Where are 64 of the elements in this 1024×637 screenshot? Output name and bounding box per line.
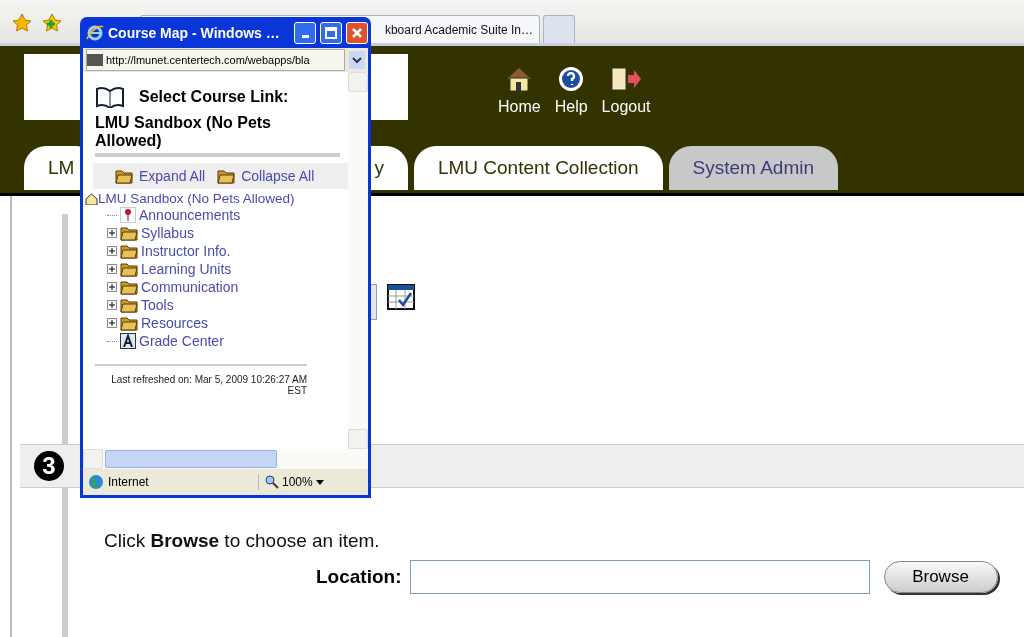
gradebook-icon[interactable] (387, 284, 415, 310)
maximize-button[interactable] (320, 21, 342, 44)
expand-icon[interactable] (107, 264, 117, 274)
expand-icon[interactable] (107, 228, 117, 238)
tree-item-link[interactable]: Tools (141, 297, 174, 313)
address-field[interactable]: http://lmunet.centertech.com/webapps/bla (86, 49, 345, 71)
home-icon (85, 192, 98, 205)
expand-icon[interactable] (107, 318, 117, 328)
nav-link[interactable]: Home (498, 66, 541, 116)
dropdown-caret-icon[interactable] (349, 51, 365, 69)
location-label: Location: (316, 566, 402, 588)
collapse-all-link[interactable]: Collapse All (217, 168, 315, 184)
open-folder-icon (115, 168, 133, 184)
nav-link[interactable]: Help (554, 66, 588, 116)
help-icon (558, 66, 585, 92)
folder-icon (120, 261, 138, 277)
book-icon (95, 86, 125, 108)
vertical-scrollbar[interactable] (348, 72, 368, 449)
folder-icon (120, 243, 138, 259)
folder-icon (120, 279, 138, 295)
folder-icon (217, 168, 236, 184)
minimize-button[interactable] (294, 21, 316, 44)
tree-item-link[interactable]: Communication (141, 279, 239, 295)
page-icon (87, 54, 103, 66)
expand-all-link[interactable]: Expand All (115, 168, 206, 184)
tree-root-link[interactable]: LMU Sandbox (No Pets Allowed) (85, 191, 340, 206)
instruction-text: Click Browse to choose an item. (104, 530, 381, 552)
tree-item-link[interactable]: Grade Center (139, 333, 224, 349)
maximize-icon (325, 26, 337, 39)
close-icon (351, 26, 363, 39)
grade-center-icon (120, 333, 136, 349)
minimize-icon (301, 35, 309, 38)
magnifier-icon (265, 475, 279, 489)
last-refreshed-text: Last refreshed on: Mar 5, 2009 10:26:27 AM EST (95, 364, 307, 396)
folder-icon (120, 225, 138, 241)
caret-icon (315, 479, 324, 485)
close-button[interactable] (346, 21, 368, 44)
course-link-heading: Select Course Link: (139, 88, 289, 106)
nav-tab[interactable]: System Admin (668, 146, 838, 190)
tree-item-link[interactable]: Announcements (139, 207, 241, 223)
nav-link[interactable]: Logout (601, 66, 651, 116)
door-arrow-icon (610, 66, 643, 92)
nav-tab[interactable]: LMU Content Collection (413, 146, 663, 190)
folder-icon (120, 315, 138, 331)
tree-item-link[interactable]: Learning Units (141, 261, 232, 277)
course-name: LMU Sandbox (No Pets Allowed) (95, 114, 340, 157)
tree-item-link[interactable]: Resources (141, 315, 208, 331)
location-field[interactable] (409, 560, 870, 594)
pushpin-icon (120, 207, 136, 223)
zoom-button[interactable]: 100% (259, 475, 330, 489)
expand-icon[interactable] (107, 282, 117, 292)
expand-icon[interactable] (107, 246, 117, 256)
zone-label: Internet (108, 475, 149, 489)
globe-icon (88, 474, 104, 490)
step-number: 3 (34, 451, 64, 481)
tree-item-link[interactable]: Syllabus (141, 225, 194, 241)
browse-button[interactable]: Browse (883, 561, 998, 593)
favorites-star-icon[interactable] (12, 13, 32, 33)
tree-item-link[interactable]: Instructor Info. (141, 243, 231, 259)
browser-e-icon (86, 23, 104, 42)
expand-icon[interactable] (107, 300, 117, 310)
folder-icon (120, 297, 138, 313)
add-favorite-icon[interactable] (42, 13, 62, 33)
horizontal-scrollbar[interactable] (83, 449, 368, 469)
